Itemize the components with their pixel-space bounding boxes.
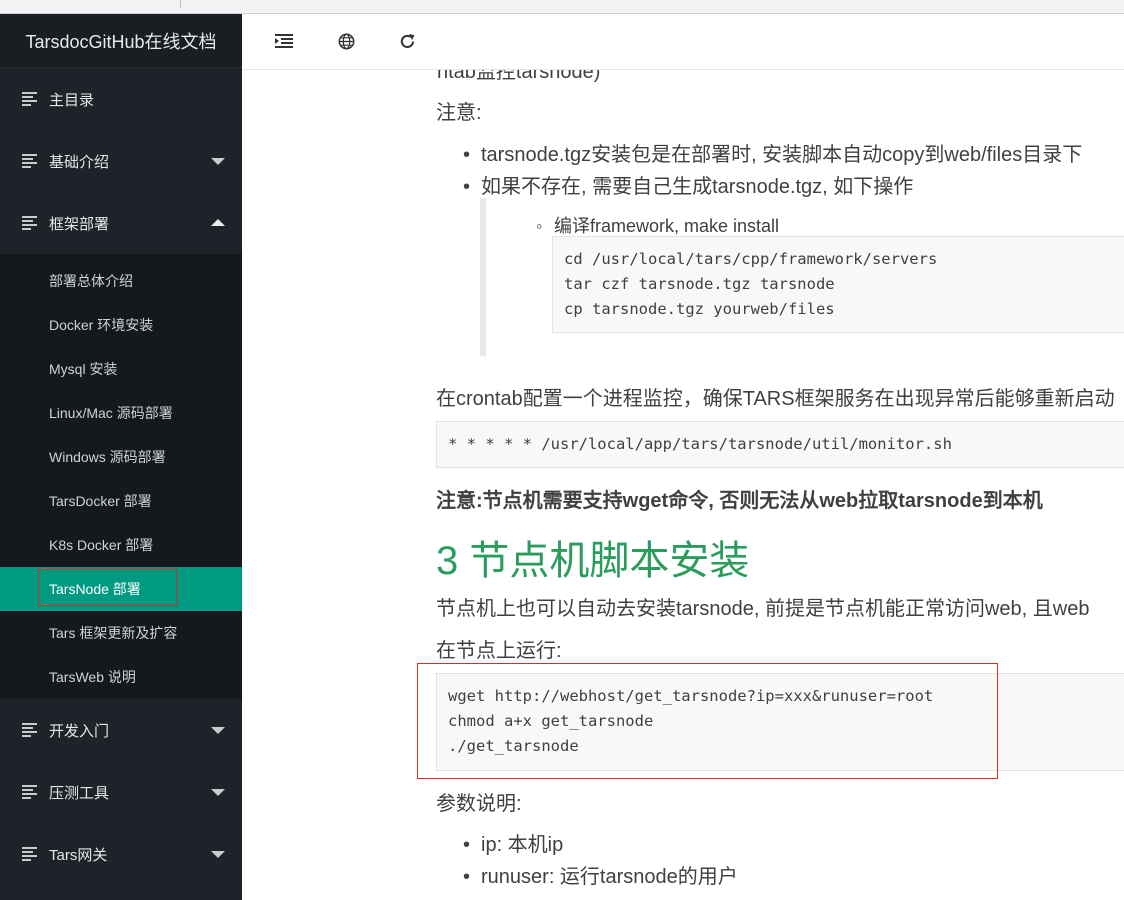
list-item: • runuser: 运行tarsnode的用户 bbox=[463, 866, 738, 888]
submenu-item-mysql[interactable]: Mysql 安装 bbox=[0, 347, 242, 391]
list-item: • tarsnode.tgz安装包是在部署时, 安装脚本自动copy到web/fi… bbox=[463, 144, 1083, 166]
submenu-item-update-scale[interactable]: Tars 框架更新及扩容 bbox=[0, 611, 242, 655]
toggle-sidebar-button[interactable] bbox=[271, 28, 297, 54]
sidebar-item-framework-deploy[interactable]: 框架部署 bbox=[0, 192, 242, 254]
document-icon bbox=[22, 92, 37, 106]
chevron-down-icon[interactable] bbox=[211, 158, 225, 165]
list-item: • ip: 本机ip bbox=[463, 834, 564, 856]
clipped-text-line: ntab监控tarsnode) bbox=[437, 70, 601, 83]
document-icon bbox=[22, 723, 37, 737]
annotation-highlight-box bbox=[417, 663, 998, 779]
submenu-item-tarsnode[interactable]: TarsNode 部署 bbox=[0, 567, 242, 611]
run-on-node-label: 在节点上运行: bbox=[436, 640, 562, 662]
sidebar-item-dev-intro[interactable]: 开发入门 bbox=[0, 699, 242, 761]
sidebar: TarsdocGitHub在线文档 主目录 基础介绍 框架部署 部署总体介绍 D… bbox=[0, 14, 242, 900]
chevron-down-icon[interactable] bbox=[211, 727, 225, 734]
list-indent-icon bbox=[275, 34, 293, 48]
code-block-crontab[interactable]: * * * * * /usr/local/app/tars/tarsnode/u… bbox=[436, 421, 1124, 468]
blockquote-bar bbox=[480, 198, 486, 356]
sidebar-item-basics[interactable]: 基础介绍 bbox=[0, 130, 242, 192]
submenu-item-tarsdocker[interactable]: TarsDocker 部署 bbox=[0, 479, 242, 523]
chevron-up-icon[interactable] bbox=[211, 219, 225, 226]
sidebar-item-label: Tars网关 bbox=[49, 846, 108, 864]
globe-icon bbox=[338, 33, 354, 49]
sidebar-item-label: 压测工具 bbox=[49, 784, 110, 802]
submenu-item-linux-mac[interactable]: Linux/Mac 源码部署 bbox=[0, 391, 242, 435]
document-icon bbox=[22, 216, 37, 230]
section-heading: 3 节点机脚本安装 bbox=[436, 539, 750, 583]
sidebar-item-label: 开发入门 bbox=[49, 722, 110, 740]
submenu-item-windows[interactable]: Windows 源码部署 bbox=[0, 435, 242, 479]
refresh-button[interactable] bbox=[394, 28, 420, 54]
crontab-paragraph: 在crontab配置一个进程监控，确保TARS框架服务在出现异常后能够重新启动 bbox=[436, 388, 1115, 410]
sidebar-item-label: 主目录 bbox=[49, 91, 95, 109]
document-icon bbox=[22, 847, 37, 861]
sidebar-item-label: 框架部署 bbox=[49, 215, 110, 233]
list-item: • 如果不存在, 需要自己生成tarsnode.tgz, 如下操作 bbox=[463, 176, 914, 198]
list-item: ◦ 编译framework, make install bbox=[536, 216, 780, 236]
chevron-down-icon[interactable] bbox=[211, 789, 225, 796]
chevron-down-icon[interactable] bbox=[211, 851, 225, 858]
document-icon bbox=[22, 785, 37, 799]
sidebar-item-gateway[interactable]: Tars网关 bbox=[0, 823, 242, 885]
refresh-icon bbox=[400, 33, 414, 48]
sidebar-item-bench-tools[interactable]: 压测工具 bbox=[0, 761, 242, 823]
bold-note: 注意:节点机需要支持wget命令, 否则无法从web拉取tarsnode到本机 bbox=[436, 490, 1043, 512]
annotation-highlight-box bbox=[38, 569, 177, 606]
code-block-build[interactable]: cd /usr/local/tars/cpp/framework/servers… bbox=[552, 236, 1124, 333]
note-label: 注意: bbox=[436, 102, 482, 124]
sidebar-item-label: 基础介绍 bbox=[49, 153, 110, 171]
topbar bbox=[242, 14, 1124, 70]
site-brand[interactable]: TarsdocGitHub在线文档 bbox=[0, 14, 242, 68]
params-label: 参数说明: bbox=[436, 793, 522, 815]
submenu-item-docker-env[interactable]: Docker 环境安装 bbox=[0, 303, 242, 347]
submenu-item-k8s-docker[interactable]: K8s Docker 部署 bbox=[0, 523, 242, 567]
document-icon bbox=[22, 154, 37, 168]
browser-tab-strip bbox=[0, 0, 1124, 14]
script-intro-paragraph: 节点机上也可以自动去安装tarsnode, 前提是节点机能正常访问web, 且w… bbox=[436, 598, 1090, 620]
framework-deploy-submenu: 部署总体介绍 Docker 环境安装 Mysql 安装 Linux/Mac 源码… bbox=[0, 254, 242, 699]
sidebar-item-main-menu[interactable]: 主目录 bbox=[0, 68, 242, 130]
submenu-item-tarsweb[interactable]: TarsWeb 说明 bbox=[0, 655, 242, 699]
submenu-item-deploy-overview[interactable]: 部署总体介绍 bbox=[0, 259, 242, 303]
language-button[interactable] bbox=[333, 28, 359, 54]
doc-content: ntab监控tarsnode) 注意: • tarsnode.tgz安装包是在部署… bbox=[242, 70, 1124, 900]
tab-edge bbox=[180, 0, 181, 8]
